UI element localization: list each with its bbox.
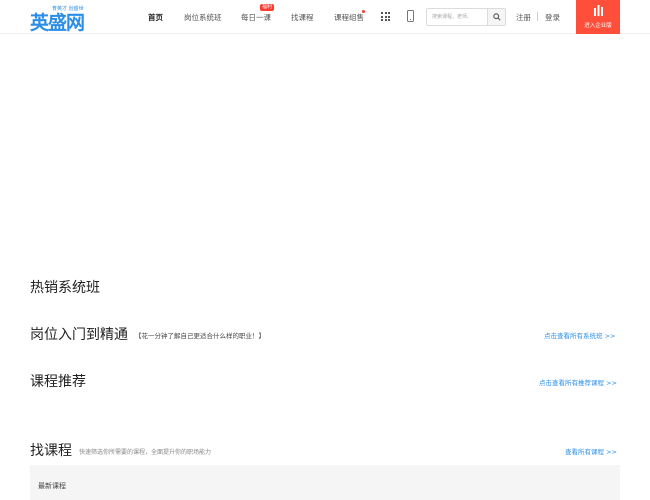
career-title: 岗位入门到精通: [30, 327, 128, 343]
building-icon: [594, 5, 603, 16]
search-box: [426, 8, 506, 26]
enterprise-label: 进入企业版: [584, 23, 612, 29]
login-link[interactable]: 登录: [545, 12, 560, 23]
recommend-title: 课程推荐: [30, 374, 86, 390]
register-link[interactable]: 注册: [516, 12, 531, 23]
grid-icon[interactable]: [381, 12, 390, 21]
all-recommended-courses-link[interactable]: 点击查看所有推荐课程 >>: [539, 377, 617, 387]
latest-courses-panel: 最新课程: [30, 465, 620, 500]
nav-item-daily-lesson[interactable]: 每日一课: [241, 12, 271, 23]
find-course-desc: 快速筛选你所需要的课程，全面提升你的职场能力: [79, 449, 212, 456]
search-button[interactable]: [487, 9, 505, 25]
welfare-badge: 福利: [260, 4, 275, 11]
enterprise-button[interactable]: 进入企业版: [576, 0, 620, 34]
nav-item-course-bundle[interactable]: 课程组售: [334, 12, 364, 23]
hot-class-title: 热销系统班: [30, 280, 100, 296]
career-subtitle[interactable]: 【花一分钟了解自己更适合什么样的职业！】: [135, 330, 265, 340]
search-icon: [492, 13, 501, 21]
all-system-classes-link[interactable]: 点击查看所有系统班 >>: [544, 330, 615, 340]
top-header: 育英才 创盛世 英盛网 首页 岗位系统班 每日一课 福利 找课程 课程组售 注册…: [0, 0, 650, 34]
auth-divider: [537, 12, 538, 21]
find-course-title: 找课程: [30, 443, 72, 459]
nav-item-home[interactable]: 首页: [148, 12, 163, 23]
latest-courses-title: 最新课程: [38, 482, 66, 490]
nav-item-find-course[interactable]: 找课程: [291, 12, 314, 23]
mobile-phone-icon[interactable]: [407, 10, 414, 22]
logo-text: 英盛网: [30, 12, 85, 34]
search-input[interactable]: [427, 9, 487, 25]
all-courses-link[interactable]: 查看所有课程 >>: [565, 446, 617, 456]
site-logo[interactable]: 育英才 创盛世 英盛网: [30, 5, 88, 34]
nav-item-career-class[interactable]: 岗位系统班: [184, 12, 222, 23]
new-dot-indicator: [362, 10, 365, 13]
